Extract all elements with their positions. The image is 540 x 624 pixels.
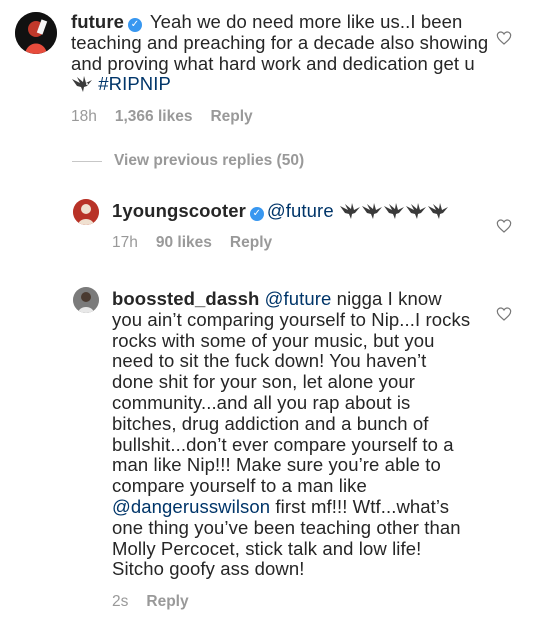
likes-count[interactable]: 1,366 likes xyxy=(115,108,193,126)
comment-boossted-dassh-text: boossted_dassh @future nigga I know you … xyxy=(112,288,472,580)
timestamp: 18h xyxy=(71,108,97,125)
reply-button[interactable]: Reply xyxy=(210,108,252,126)
eagle-emoji-icon xyxy=(339,203,360,219)
view-previous-label: View previous replies (50) xyxy=(114,152,305,169)
comment-future-meta: 18h 1,366 likes Reply xyxy=(71,108,253,126)
comment-1youngscooter-meta: 17h 90 likes Reply xyxy=(112,234,272,252)
eagle-emoji-icon xyxy=(361,203,382,219)
avatar-image xyxy=(73,287,99,313)
divider-line xyxy=(72,160,102,162)
avatar-future[interactable] xyxy=(15,12,57,54)
likes-count[interactable]: 90 likes xyxy=(156,234,212,252)
comment-body-part1: nigga I know you ain’t comparing yoursel… xyxy=(112,288,471,497)
heart-outline-icon[interactable] xyxy=(496,306,512,322)
eagle-emoji-icon xyxy=(383,203,404,219)
avatar-image xyxy=(15,12,57,54)
eagle-emoji-icon xyxy=(72,76,92,93)
mention-dangerusswilson[interactable]: @dangerusswilson xyxy=(112,496,270,517)
comment-1youngscooter-text: 1youngscooter ✓ @future xyxy=(112,200,492,222)
eagle-emoji-row xyxy=(339,200,449,221)
mention-future[interactable]: @future xyxy=(265,288,332,309)
comment-future-body: teaching and preaching for a decade also… xyxy=(71,31,489,74)
username-1youngscooter[interactable]: 1youngscooter xyxy=(112,200,246,221)
username-future[interactable]: future xyxy=(71,11,124,32)
verified-badge-icon: ✓ xyxy=(249,207,264,221)
heart-outline-icon[interactable] xyxy=(496,30,512,46)
timestamp: 2s xyxy=(112,593,129,610)
view-previous-replies-button[interactable]: View previous replies (50) xyxy=(72,152,304,170)
avatar-1youngscooter[interactable] xyxy=(73,199,99,225)
reply-button[interactable]: Reply xyxy=(230,234,272,252)
comment-boossted-dassh-meta: 2s Reply xyxy=(112,593,189,611)
heart-outline-icon[interactable] xyxy=(496,218,512,234)
comment-future-text: future ✓ Yeah we do need more like us..I … xyxy=(71,11,491,95)
avatar-image xyxy=(73,199,99,225)
username-boossted-dassh[interactable]: boossted_dassh xyxy=(112,288,259,309)
comment-future-line1: Yeah we do need more like us..I been xyxy=(145,11,463,32)
timestamp: 17h xyxy=(112,234,138,251)
eagle-emoji-icon xyxy=(427,203,448,219)
mention-future[interactable]: @future xyxy=(267,200,334,221)
reply-button[interactable]: Reply xyxy=(146,593,188,611)
eagle-emoji-icon xyxy=(405,203,426,219)
avatar-boossted-dassh[interactable] xyxy=(73,287,99,313)
hashtag-ripnip[interactable]: #RIPNIP xyxy=(98,73,171,94)
verified-badge-icon: ✓ xyxy=(128,18,143,32)
